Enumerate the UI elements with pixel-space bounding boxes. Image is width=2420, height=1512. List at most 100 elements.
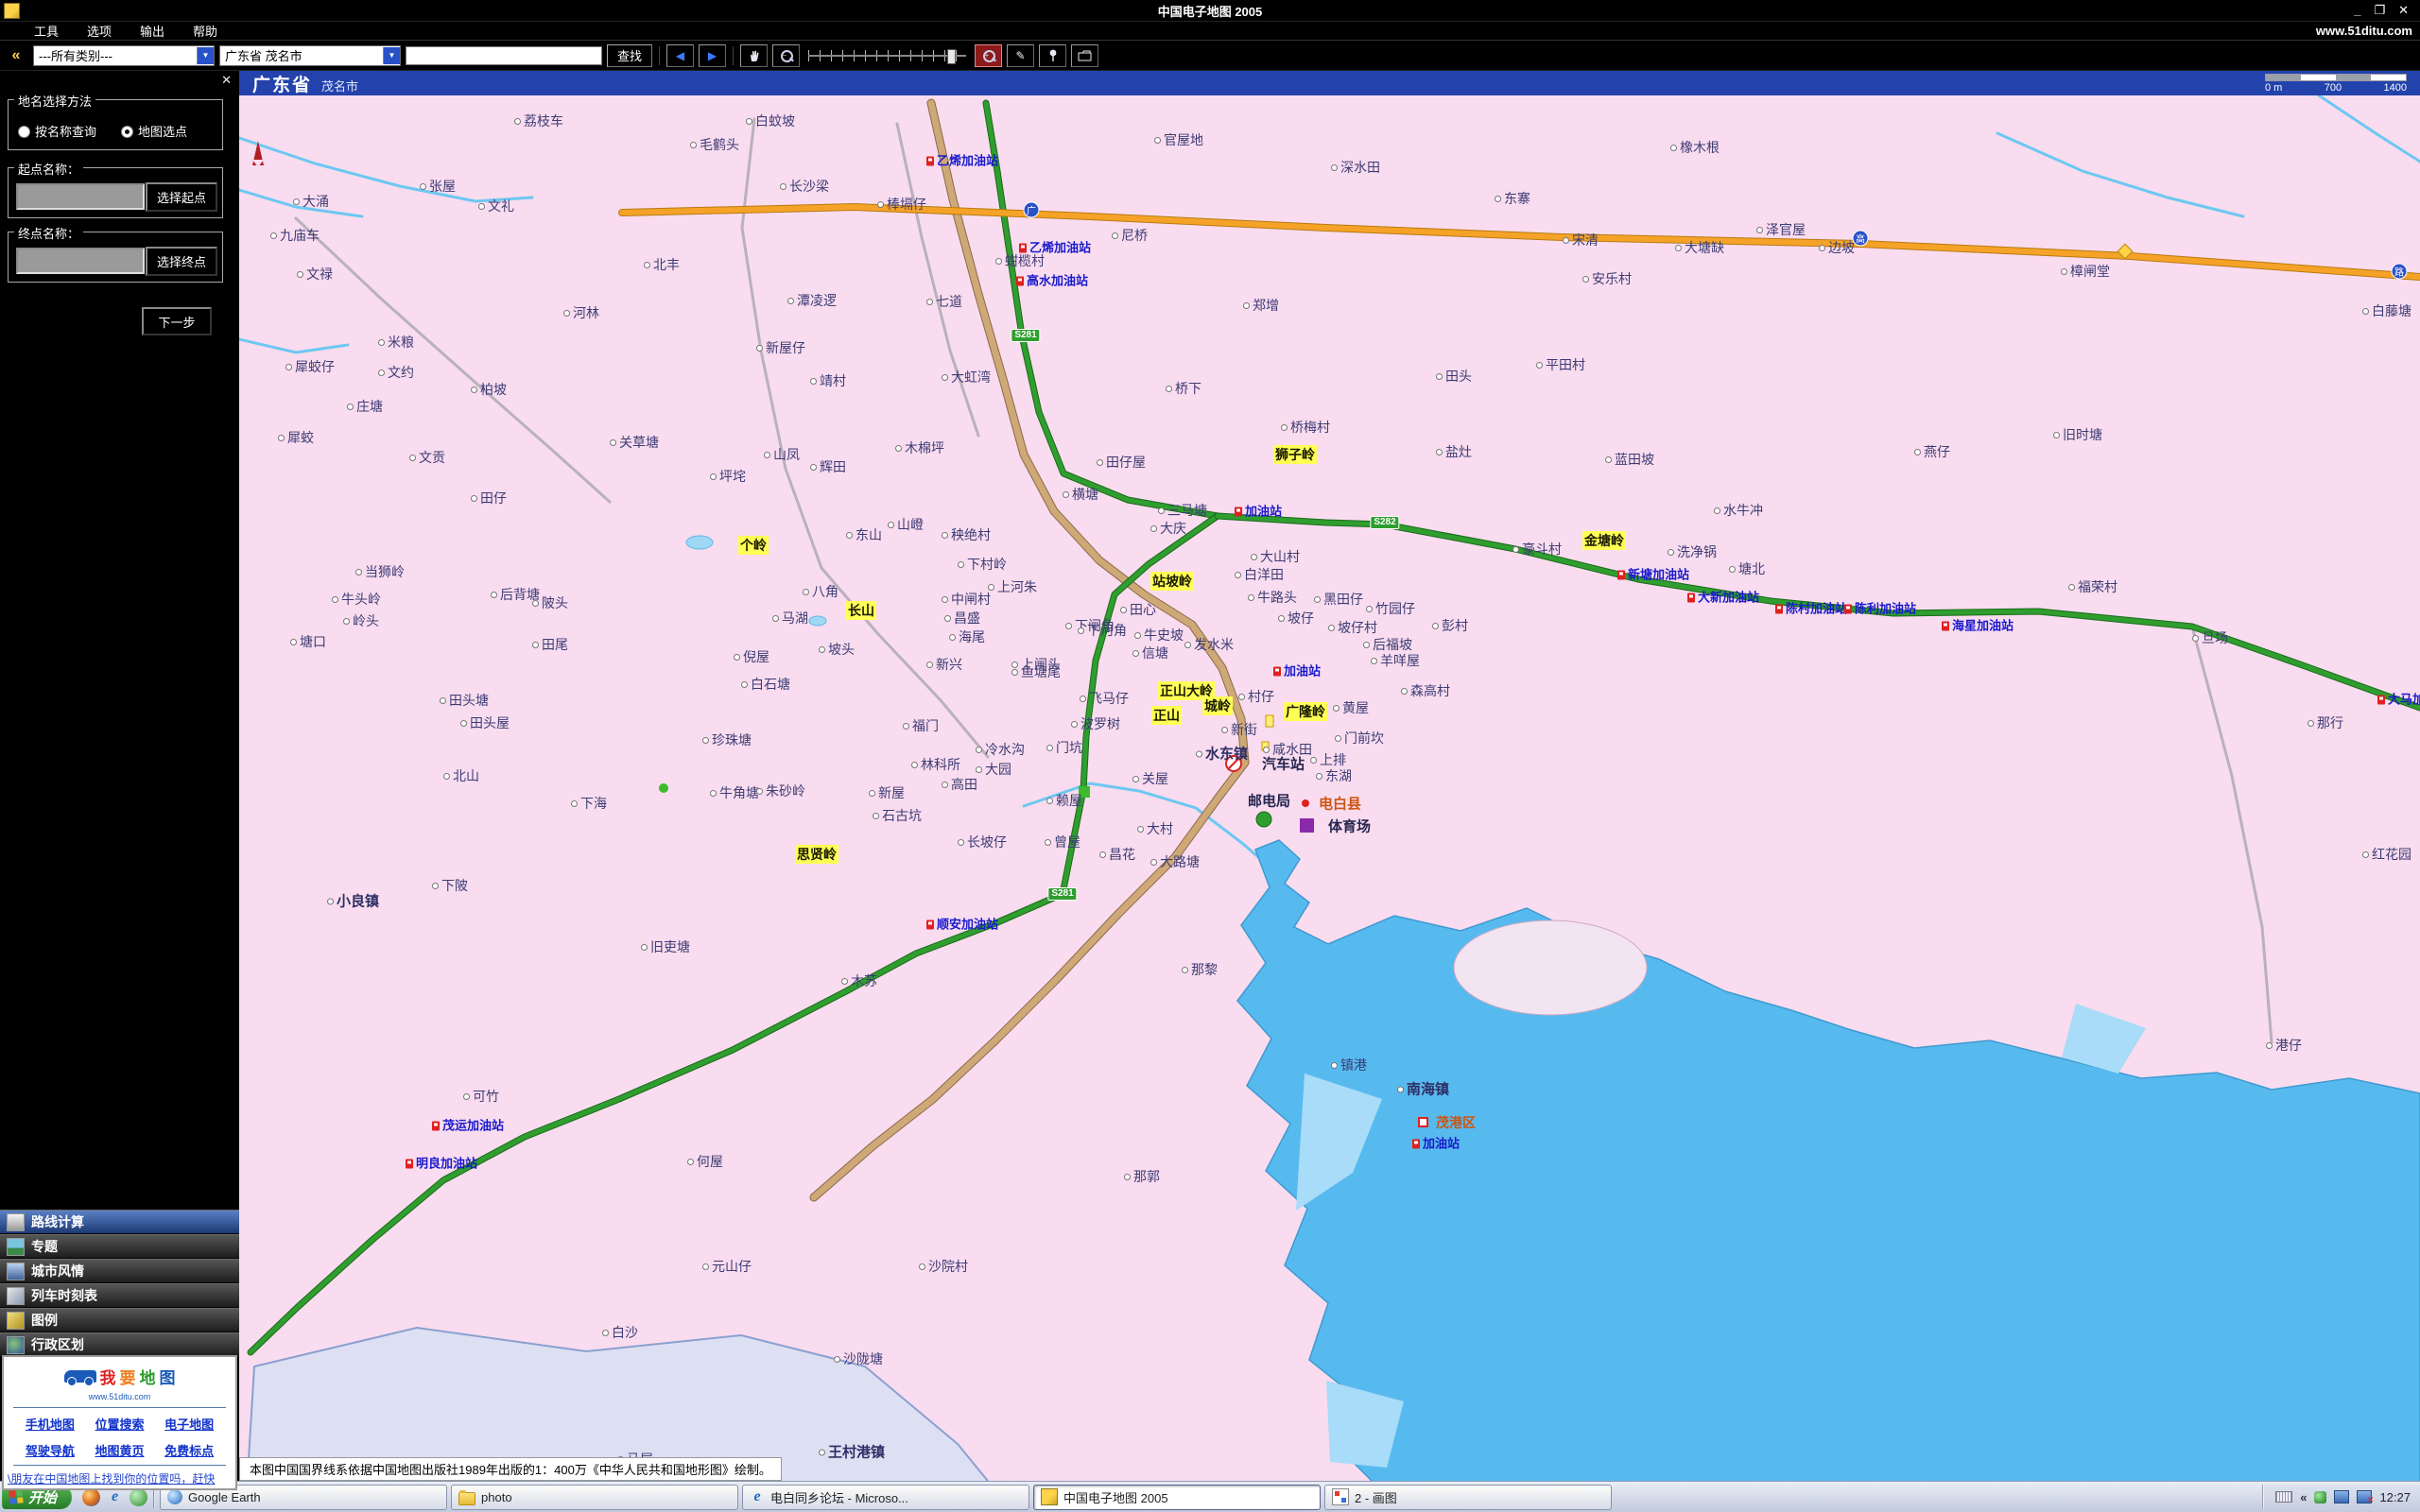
sidebar-item-行政区划[interactable]: 行政区划 <box>0 1332 239 1357</box>
village-dot-icon <box>1512 546 1519 553</box>
village-dot-icon <box>1134 632 1141 639</box>
end-point-field[interactable] <box>16 248 145 274</box>
village-dot-icon <box>1605 456 1612 463</box>
promo-link-位置搜索[interactable]: 位置搜索 <box>85 1415 155 1433</box>
forward-button[interactable]: ▶ <box>699 44 726 67</box>
sidebar-item-路线计算[interactable]: 路线计算 <box>0 1210 239 1234</box>
logo-site-url: www.51ditu.com <box>4 1392 235 1401</box>
radio-pick-on-map[interactable]: 地图选点 <box>121 122 187 140</box>
measure-pen-tool[interactable]: ✎ <box>1007 44 1034 67</box>
map-label: 那黎 <box>1182 960 1218 979</box>
map-label: 冷水沟 <box>976 740 1025 759</box>
internet-explorer-icon[interactable]: e <box>106 1488 124 1506</box>
pushpin-tool[interactable] <box>1039 44 1066 67</box>
slider-thumb[interactable] <box>947 49 956 64</box>
pan-hand-tool[interactable] <box>740 44 768 67</box>
task-button[interactable]: photo <box>451 1485 738 1510</box>
village-dot-icon <box>1221 727 1228 733</box>
close-button[interactable]: ✕ <box>2398 3 2409 18</box>
map-label: 明良加油站 <box>406 1154 477 1172</box>
radio-label: 按名称查询 <box>35 125 96 139</box>
next-step-button[interactable]: 下一步 <box>142 307 212 335</box>
promo-link-免费标点[interactable]: 免费标点 <box>154 1441 224 1459</box>
map-area: 广东省 茂名市 0 m 700 1400 荔枝车白蚊坡毛鹤头官屋地橡木根深水田长… <box>239 71 2420 1481</box>
map-label: 山嶝 <box>888 515 924 534</box>
find-button[interactable]: 查找 <box>607 44 652 67</box>
map-label: 田头屋 <box>460 713 510 732</box>
start-point-field[interactable] <box>16 183 145 210</box>
zoom-out-tool[interactable]: − <box>772 44 800 67</box>
search-input[interactable] <box>406 46 602 65</box>
village-dot-icon <box>1310 757 1317 764</box>
chevron-down-icon[interactable]: ▼ <box>383 47 400 64</box>
zoom-in-tool[interactable]: + <box>975 44 1002 67</box>
restore-button[interactable]: ❐ <box>2374 3 2385 18</box>
promo-marquee-link[interactable]: \朋友在中国地图上找到你的位置吗，赶快 <box>4 1468 235 1486</box>
radio-icon[interactable] <box>18 126 30 138</box>
map-canvas[interactable]: 荔枝车白蚊坡毛鹤头官屋地橡木根深水田长沙梁东寨大涌张屋文礼棒塥仔尼桥蚶榄村九庙车… <box>239 95 2420 1481</box>
radio-icon-checked[interactable] <box>121 126 133 138</box>
map-label: 新屋仔 <box>756 338 805 357</box>
menu-item-帮助[interactable]: 帮助 <box>193 22 217 40</box>
sidebar-item-城市风情[interactable]: 城市风情 <box>0 1259 239 1283</box>
village-dot-icon <box>787 298 794 304</box>
village-dot-icon <box>926 662 933 668</box>
map-label: 港仔 <box>2266 1036 2302 1055</box>
task-button[interactable]: e电白同乡论坛 - Microso... <box>742 1485 1029 1510</box>
map-label: 陈利加油站 <box>1844 599 1916 617</box>
region-dropdown[interactable]: 广东省 茂名市 ▼ <box>219 45 401 66</box>
messenger-icon[interactable] <box>130 1488 147 1506</box>
map-label: 海星加油站 <box>1942 616 2014 634</box>
village-dot-icon <box>1196 751 1202 758</box>
gas-pump-icon <box>1942 622 1949 631</box>
media-player-icon[interactable] <box>82 1488 100 1506</box>
village-dot-icon <box>846 532 853 539</box>
radio-query-by-name[interactable]: 按名称查询 <box>18 122 96 140</box>
promo-link-电子地图[interactable]: 电子地图 <box>154 1415 224 1433</box>
keyboard-icon[interactable] <box>2275 1491 2292 1503</box>
network-icon[interactable] <box>2334 1490 2349 1503</box>
village-dot-icon <box>1045 839 1051 846</box>
zoom-slider[interactable] <box>804 46 970 65</box>
network-error-icon[interactable] <box>2357 1490 2372 1503</box>
village-dot-icon <box>409 455 416 461</box>
menu-item-选项[interactable]: 选项 <box>87 22 112 40</box>
village-dot-icon <box>285 364 292 370</box>
choose-end-button[interactable]: 选择终点 <box>146 247 217 276</box>
choose-start-button[interactable]: 选择起点 <box>146 182 217 212</box>
minimize-button[interactable]: _ <box>2354 3 2360 18</box>
chevron-down-icon[interactable]: ▼ <box>197 47 214 64</box>
agent-tray-icon[interactable] <box>2314 1491 2326 1503</box>
map-label: 茂运加油站 <box>432 1116 504 1134</box>
collapse-sidebar-button[interactable]: « <box>4 47 28 64</box>
legend-icon <box>7 1312 25 1330</box>
sidebar-item-列车时刻表[interactable]: 列车时刻表 <box>0 1283 239 1308</box>
village-dot-icon <box>1729 566 1736 573</box>
sidebar-item-专题[interactable]: 专题 <box>0 1234 239 1259</box>
menu-item-工具[interactable]: 工具 <box>34 22 59 40</box>
promo-link-地图黄页[interactable]: 地图黄页 <box>85 1441 155 1459</box>
promo-link-手机地图[interactable]: 手机地图 <box>15 1415 85 1433</box>
sidebar-close-icon[interactable]: ✕ <box>221 73 232 88</box>
sidebar-item-图例[interactable]: 图例 <box>0 1308 239 1332</box>
layers-folder-tool[interactable] <box>1071 44 1098 67</box>
village-dot-icon <box>1071 721 1078 728</box>
map-label: 海尾 <box>949 627 985 646</box>
taskbar: 开始 e Google Earthphotoe电白同乡论坛 - Microso.… <box>0 1481 2420 1512</box>
map-label: 北丰 <box>644 255 680 274</box>
logo-char: 地 <box>140 1365 156 1388</box>
task-button[interactable]: 2 - 画图 <box>1324 1485 1612 1510</box>
task-label: 2 - 画图 <box>1355 1488 1397 1506</box>
back-button[interactable]: ◀ <box>666 44 694 67</box>
logo-char: 我 <box>100 1365 116 1388</box>
tray-chevron-icon[interactable]: « <box>2300 1490 2307 1504</box>
map-label: 发水米 <box>1184 635 1234 654</box>
task-button[interactable]: 中国电子地图 2005 <box>1033 1485 1321 1510</box>
village-dot-icon <box>1401 688 1408 695</box>
category-dropdown[interactable]: ---所有类别--- ▼ <box>33 45 215 66</box>
map-label: 可竹 <box>463 1087 499 1106</box>
village-dot-icon <box>780 183 786 190</box>
map-label: 犀蛟仔 <box>285 357 335 376</box>
promo-link-驾驶导航[interactable]: 驾驶导航 <box>15 1441 85 1459</box>
menu-item-输出[interactable]: 输出 <box>140 22 164 40</box>
